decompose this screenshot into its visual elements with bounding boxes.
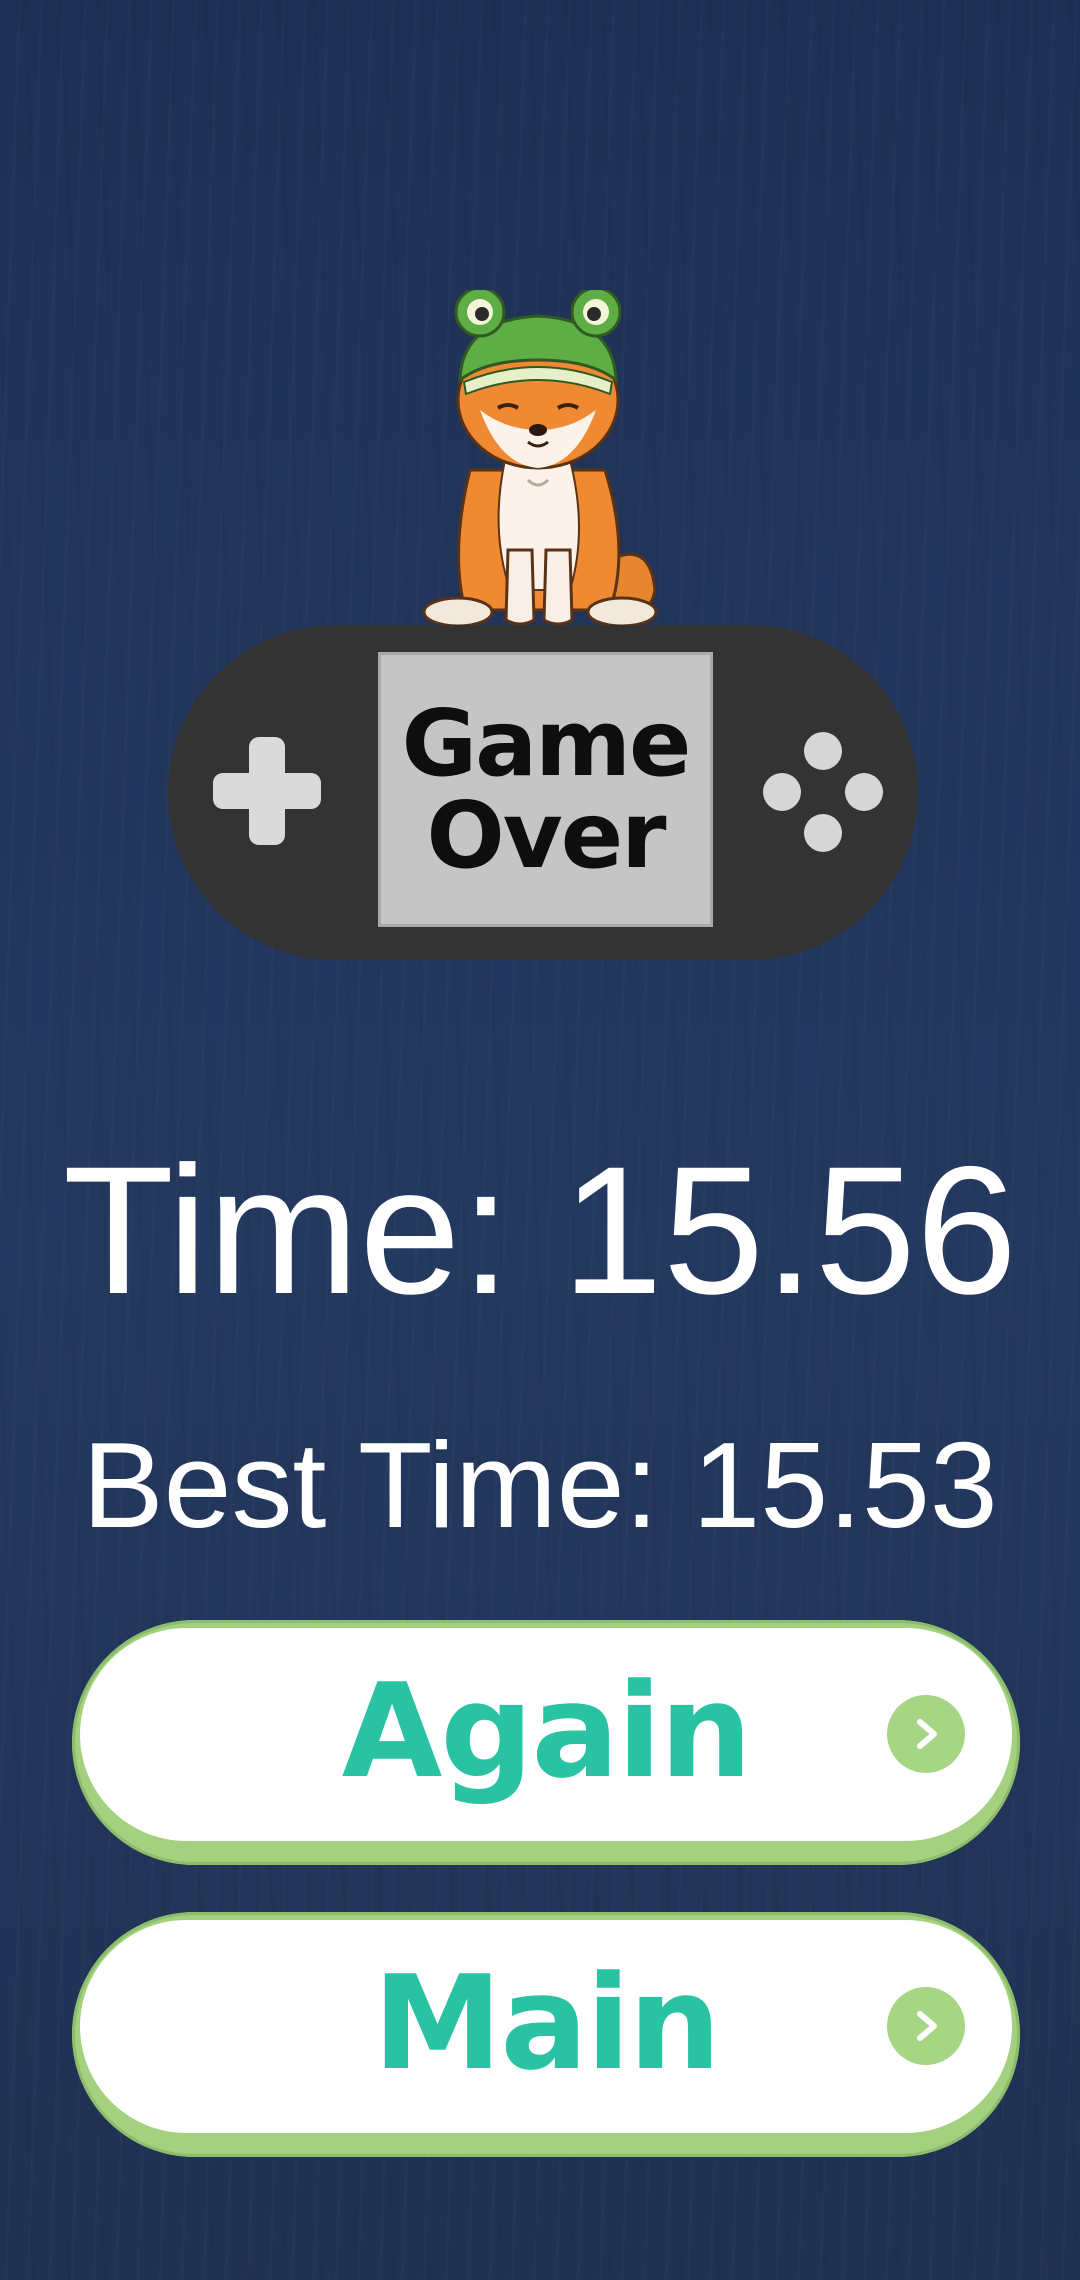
game-over-title-line2: Over (426, 781, 667, 889)
game-over-title-line1: Game (401, 689, 692, 797)
shiba-dog-mascot-icon (422, 290, 658, 628)
time-readout: Time: 15.56 (62, 1128, 1018, 1332)
again-button-label: Again (341, 1654, 753, 1807)
main-button-label: Main (372, 1946, 721, 2099)
game-over-banner: Game Over (160, 290, 920, 970)
best-time-readout: Best Time: 15.53 (82, 1417, 998, 1553)
game-over-screen: Game Over (378, 652, 713, 927)
action-buttons-icon (763, 732, 883, 852)
chevron-right-icon (887, 1695, 965, 1773)
chevron-right-icon (887, 1987, 965, 2065)
game-console: Game Over (168, 625, 918, 960)
dpad-icon (213, 737, 321, 845)
main-button[interactable]: Main (72, 1912, 1020, 2157)
again-button[interactable]: Again (72, 1620, 1020, 1865)
